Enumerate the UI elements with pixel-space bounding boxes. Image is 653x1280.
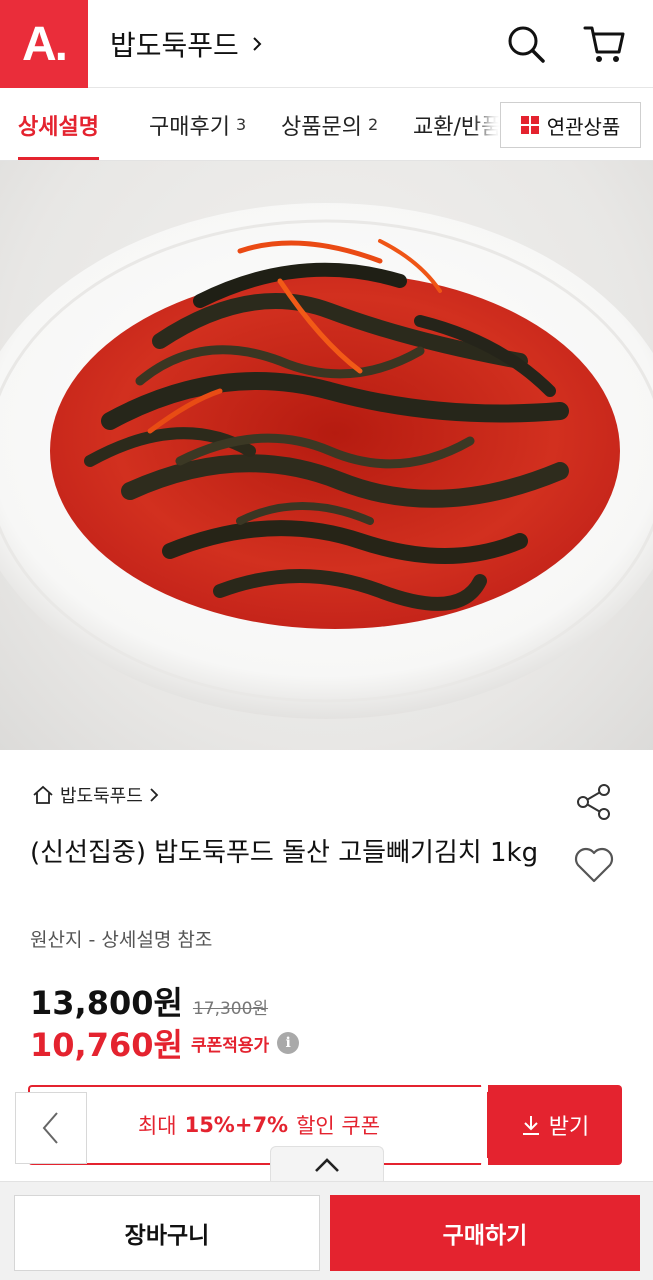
chevron-right-icon [150,788,159,802]
tab-label: 상품문의 [281,114,362,140]
kimchi-plate-image [0,203,653,719]
coupon-price-label: 쿠폰적용가 [190,1035,270,1056]
coupon-prefix: 최대 [137,1114,177,1138]
shop-name: 밥도둑푸드 [110,29,239,62]
product-title: (신선집중) 밥도둑푸드 돌산 고들빼기김치 1kg [30,838,539,868]
coupon-price-row: 10,760원 쿠폰적용가 i [30,1020,300,1066]
coupon-discount: 15%+7% [184,1113,289,1137]
chevron-left-icon [42,1112,58,1144]
coupon-download-button[interactable]: 받기 [488,1085,622,1165]
share-icon[interactable] [574,782,614,822]
coupon-price: 10,760원 [30,1026,183,1064]
tab-reviews[interactable]: 구매후기 3 [149,88,247,160]
grid-icon [520,116,539,134]
sale-price: 13,800원 [30,984,183,1022]
original-price: 17,300원 [192,999,269,1019]
tab-label: 구매후기 [149,114,230,140]
download-icon [522,1116,539,1135]
tab-exchange[interactable]: 교환/반품 [413,88,502,160]
store-logo[interactable]: A. [0,0,88,88]
collapse-toggle[interactable] [270,1146,384,1182]
product-origin: 원산지 - 상세설명 참조 [30,929,213,951]
info-icon[interactable]: i [277,1032,300,1054]
chevron-right-icon [253,37,262,51]
tab-label: 상세설명 [18,114,99,140]
breadcrumb-store-name: 밥도둑푸드 [60,786,143,807]
qna-count: 2 [367,115,379,134]
review-count: 3 [235,115,247,134]
search-icon[interactable] [504,22,548,66]
chevron-up-icon [315,1157,339,1172]
product-image[interactable] [0,161,653,750]
bottom-action-bar: 장바구니 구매하기 [0,1181,653,1280]
tab-detail[interactable]: 상세설명 [18,88,99,160]
tab-qna[interactable]: 상품문의 2 [281,88,379,160]
coupon-banner[interactable]: 최대 15%+7% 할인 쿠폰 [28,1085,488,1165]
buy-now-button[interactable]: 구매하기 [330,1195,640,1271]
tab-label: 교환/반품 [413,114,502,140]
cart-icon[interactable] [582,22,626,66]
coupon-download-label: 받기 [548,1115,590,1140]
prev-button[interactable] [15,1092,87,1164]
coupon-suffix: 할인 쿠폰 [296,1114,381,1138]
home-icon [33,785,53,804]
price-row: 13,800원 17,300원 [30,978,268,1024]
shop-name-link[interactable]: 밥도둑푸드 [110,24,265,64]
app-header: A. 밥도둑푸드 [0,0,653,88]
store-breadcrumb[interactable]: 밥도둑푸드 [32,782,159,808]
heart-icon[interactable] [573,846,615,884]
related-products-label: 연관상품 [546,114,621,139]
add-to-cart-button[interactable]: 장바구니 [14,1195,320,1271]
related-products-button[interactable]: 연관상품 [500,102,641,148]
